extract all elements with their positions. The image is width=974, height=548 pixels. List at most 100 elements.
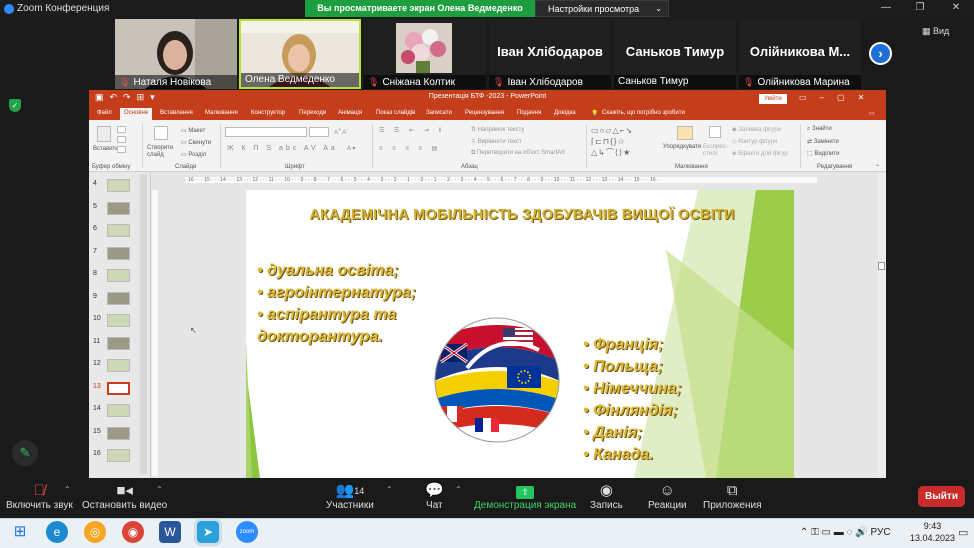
text-direction-button[interactable]: ⇅ Напрямок тексту [471, 126, 524, 133]
slide-thumbnail[interactable] [107, 291, 130, 305]
restore-icon[interactable]: ❐ [912, 2, 928, 13]
thumbnail-scrollbar[interactable] [140, 174, 147, 474]
shapes-gallery[interactable]: ▭○▱△⌐↘ ⌈⊏⊓{}☆ △↳⌒⟨⟩★ [591, 125, 655, 158]
chevron-up-icon[interactable]: ⌃ [455, 485, 462, 494]
paste-icon[interactable] [97, 126, 111, 142]
chevron-up-icon[interactable]: ⌃ [386, 485, 393, 494]
participant-tile-active[interactable]: Олена Ведмеденко [239, 19, 361, 89]
collapse-ribbon-icon[interactable]: ⌃ [875, 164, 880, 171]
menu-animations[interactable]: Анімація [338, 110, 362, 116]
slide-thumbnail[interactable] [107, 359, 130, 372]
unmute-button[interactable]: 🎙̸ Включить звук [6, 482, 73, 511]
menu-design[interactable]: Конструктор [251, 110, 285, 116]
next-page-button[interactable]: › [869, 42, 892, 65]
menu-view[interactable]: Подання [517, 110, 541, 116]
left-bullet[interactable]: • агроінтернатура; [257, 284, 416, 302]
find-button[interactable]: ⌕ Знайти [807, 126, 832, 133]
font-color-icon[interactable]: A ▾ [347, 145, 355, 152]
slide-thumbnail[interactable] [107, 246, 130, 260]
menu-review[interactable]: Рецензування [465, 110, 504, 116]
menu-draw[interactable]: Малювання [205, 110, 238, 116]
editor-scrollbar[interactable] [878, 172, 886, 478]
arrange-icon[interactable] [677, 126, 693, 140]
menu-home[interactable]: Основне [120, 108, 153, 120]
font-format-icons[interactable]: Ж К П S abc AV Aa [227, 145, 338, 152]
quick-styles-icon[interactable] [709, 126, 721, 138]
participant-tile[interactable]: Олійникова М... 🎙 Олійникова Марина [739, 19, 861, 89]
ppt-login-button[interactable]: Увійти [759, 94, 787, 104]
annotate-pencil-icon[interactable]: ✎ [12, 440, 38, 466]
list-icons[interactable]: ☰ ☰ ⇤ ⇥ ‖ [379, 127, 445, 134]
apps-button[interactable]: ⧉ Приложения [703, 482, 762, 511]
close-icon[interactable]: ✕ [948, 2, 964, 13]
new-slide-button[interactable]: Створити слайд [147, 145, 175, 159]
copy-icon[interactable] [117, 136, 126, 143]
ppt-window-controls[interactable]: ▭–▢✕ [799, 93, 877, 102]
share-screen-button[interactable]: ⇧ Демонстрация экрана [474, 482, 576, 511]
menu-transitions[interactable]: Переходи [299, 110, 326, 116]
stop-video-button[interactable]: ■◂ Остановить видео [82, 482, 167, 511]
security-shield-icon[interactable]: ✓ [9, 99, 21, 112]
slide-thumbnail[interactable] [107, 269, 130, 282]
right-bullet[interactable]: • Данія; [583, 424, 642, 442]
left-bullet[interactable]: • аспірантура та [257, 306, 396, 324]
word-icon[interactable]: W [159, 521, 181, 543]
participant-tile[interactable]: 🎙 Сніжана Колтик [364, 19, 486, 89]
system-tray[interactable]: ⌃ ⚿ ▭ ▬ ◌ 🔊 РУС [800, 527, 891, 538]
scroll-thumb[interactable] [878, 262, 885, 270]
font-size-grow-icon[interactable]: A+ A− [334, 127, 349, 136]
slide-thumbnail[interactable] [107, 224, 130, 237]
select-button[interactable]: ⬚ Виділити [807, 150, 839, 157]
chevron-up-icon[interactable]: ⌃ [156, 485, 163, 494]
shape-fill-button[interactable]: ◆ Заливка фігури [732, 126, 781, 133]
shape-effects-button[interactable]: ◈ Ефекти для фігур [732, 150, 788, 157]
edge-browser-icon[interactable]: e [46, 521, 68, 543]
slide-thumbnail[interactable] [107, 201, 130, 215]
chat-button[interactable]: 💬 Чат [425, 482, 444, 511]
zoom-app-icon[interactable]: zoom [236, 521, 258, 543]
format-painter-icon[interactable] [117, 146, 126, 153]
participant-tile[interactable]: Іван Хлібодаров 🎙 Іван Хлібодаров [489, 19, 611, 89]
slide-thumbnail[interactable] [107, 404, 130, 417]
slide-thumbnail[interactable] [107, 179, 130, 192]
right-bullet[interactable]: • Канада. [583, 446, 654, 464]
quick-styles-button[interactable]: Експрес-стилі [703, 144, 728, 158]
chevron-up-icon[interactable]: ⌃ [64, 485, 71, 494]
record-button[interactable]: ◉ Запись [590, 482, 623, 511]
reactions-button[interactable]: ☺ Реакции [648, 482, 687, 511]
participant-tile[interactable]: Саньков Тимур Саньков Тимур [614, 19, 736, 89]
slide-thumbnail[interactable] [107, 449, 130, 462]
section-button[interactable]: ▭ Розділ [181, 151, 206, 158]
current-slide[interactable]: АКАДЕМІЧНА МОБІЛЬНІСТЬ ЗДОБУВАЧІВ ВИЩОЇ … [246, 190, 794, 478]
reset-button[interactable]: ▭ Скинути [181, 139, 211, 146]
cut-icon[interactable] [117, 126, 126, 133]
clock[interactable]: 9:43 13.04.2023 [910, 520, 955, 544]
arrange-button[interactable]: Упорядкувати [663, 144, 701, 150]
menu-insert[interactable]: Вставлення [160, 110, 193, 116]
slide-thumbnail[interactable] [107, 426, 130, 440]
telegram-icon[interactable]: ➤ [194, 518, 222, 546]
windows-start-icon[interactable]: ⊞ [9, 521, 31, 543]
browser-icon[interactable]: ◎ [84, 521, 106, 543]
slide-thumbnail[interactable] [107, 314, 130, 327]
slide-thumbnail[interactable] [107, 336, 130, 350]
menu-help[interactable]: Довідка [554, 110, 576, 116]
menu-file[interactable]: Файл [97, 110, 112, 116]
right-bullet[interactable]: • Німеччина; [583, 380, 682, 398]
participant-tile[interactable]: 🎙 Наталя Новікова [115, 19, 237, 89]
left-bullet[interactable]: докторантура. [257, 328, 383, 346]
align-icons[interactable]: ≡ ≡ ≡ ≡ ▤ [379, 145, 441, 152]
font-size-select[interactable] [309, 127, 329, 137]
notifications-icon[interactable]: ▭ [958, 526, 968, 539]
new-slide-icon[interactable] [154, 126, 168, 140]
menu-record[interactable]: Записати [426, 110, 452, 116]
view-button[interactable]: ▦ Вид [922, 26, 949, 37]
language-indicator[interactable]: РУС [871, 527, 891, 538]
chrome-icon[interactable]: ◉ [122, 521, 144, 543]
minimize-icon[interactable]: — [878, 2, 894, 13]
layout-button[interactable]: ▭ Макет [181, 127, 205, 134]
right-bullet[interactable]: • Франція; [583, 336, 663, 354]
view-options-dropdown[interactable]: Настройки просмотра ⌄ [535, 0, 669, 17]
replace-button[interactable]: ⇄ Замінити [807, 138, 839, 145]
right-bullet[interactable]: • Польща; [583, 358, 663, 376]
